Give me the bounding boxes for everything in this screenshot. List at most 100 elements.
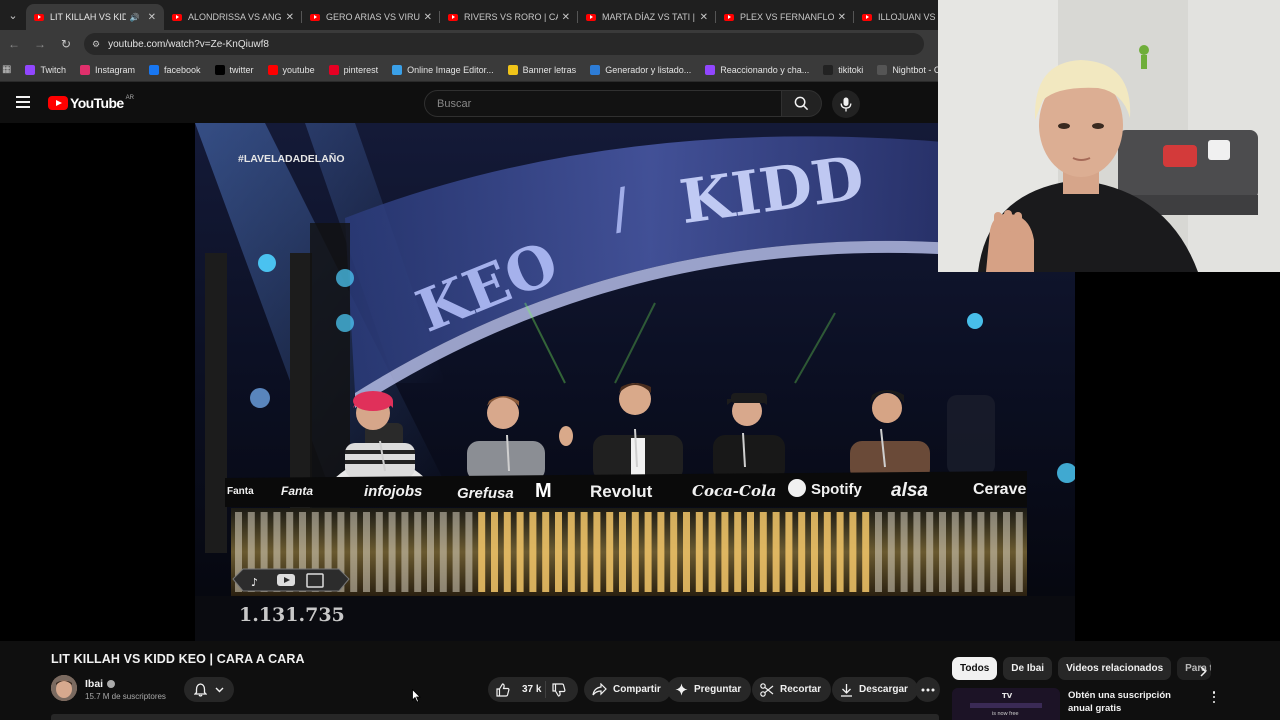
led-bar: [363, 512, 370, 592]
description-box-edge[interactable]: [51, 714, 939, 720]
reload-icon[interactable]: ↻: [54, 32, 78, 56]
bookmark-label: facebook: [164, 64, 201, 75]
notifications-button[interactable]: [184, 677, 234, 702]
bookmark-label: Instagram: [94, 64, 135, 75]
chevron-right-icon[interactable]: [1194, 662, 1212, 680]
bookmark-item[interactable]: pinterest: [328, 64, 379, 75]
led-bar: [503, 512, 511, 592]
instagram-icon: [79, 64, 90, 75]
bookmark-item[interactable]: Banner letras: [507, 64, 576, 75]
more-vertical-icon[interactable]: [1208, 690, 1220, 704]
apps-grid-icon[interactable]: ▦: [2, 64, 11, 75]
led-bar: [619, 512, 626, 592]
related-filter-chips: Todos De Ibai Videos relacionados Para t…: [952, 657, 1212, 680]
bookmark-item[interactable]: Nightbot - Comma...: [877, 64, 938, 75]
promo-title[interactable]: Obtén una suscripción anual gratis: [1068, 689, 1198, 715]
search-icon: [794, 96, 809, 111]
twitch-icon: [25, 64, 36, 75]
led-bar: [606, 512, 614, 592]
led-bar: [823, 512, 831, 592]
menu-icon[interactable]: [16, 96, 30, 108]
sponsor-logo: Revolut: [590, 482, 653, 501]
thumbs-up-icon: [496, 682, 510, 697]
promo-thumb-text: is now free: [992, 711, 1019, 717]
more-actions-button[interactable]: [915, 677, 940, 702]
channel-avatar[interactable]: [51, 675, 77, 701]
bookmark-label: Online Image Editor...: [407, 64, 494, 75]
voice-search-button[interactable]: [832, 90, 860, 118]
search-box[interactable]: [424, 90, 782, 117]
sponsor-logo: M: [535, 480, 552, 502]
led-bar: [567, 512, 575, 592]
search-button[interactable]: [782, 90, 822, 117]
led-bar: [350, 512, 358, 592]
clip-label: Recortar: [780, 684, 822, 695]
youtube-play-icon: [48, 96, 68, 110]
thumbs-down-icon: [552, 682, 566, 697]
close-tab-icon[interactable]: ✕: [148, 12, 156, 23]
dislike-button[interactable]: [546, 682, 578, 697]
close-tab-icon[interactable]: ✕: [700, 12, 708, 23]
led-bar: [580, 512, 588, 592]
chip-related[interactable]: Videos relacionados: [1058, 657, 1172, 680]
bookmark-label: pinterest: [343, 64, 379, 75]
bookmark-item[interactable]: Online Image Editor...: [392, 64, 494, 75]
url-field[interactable]: ⚙ youtube.com/watch?v=Ze-KnQiuwf8: [84, 33, 924, 55]
bookmark-item[interactable]: twitter: [214, 64, 254, 75]
url-text: youtube.com/watch?v=Ze-KnQiuwf8: [108, 38, 269, 50]
sponsor-logo: Coca-Cola: [692, 482, 776, 500]
search-input[interactable]: [437, 97, 781, 110]
close-tab-icon[interactable]: ✕: [838, 12, 846, 23]
close-tab-icon[interactable]: ✕: [286, 12, 294, 23]
bookmark-item[interactable]: Twitch: [25, 64, 66, 75]
browser-tab[interactable]: MARTA DÍAZ VS TATI | CARA A CARA ✕: [578, 4, 716, 30]
svg-text:TV: TV: [1002, 692, 1013, 700]
browser-tab[interactable]: GERO ARIAS VS VIRUZZ | CARA A CARA ✕: [302, 4, 440, 30]
youtube-favicon-icon: [862, 13, 872, 21]
download-button[interactable]: Descargar: [832, 677, 918, 702]
tab-search-icon[interactable]: ⌄: [0, 2, 26, 28]
led-bar: [708, 512, 716, 592]
led-bar: [683, 512, 690, 592]
close-tab-icon[interactable]: ✕: [424, 12, 432, 23]
led-bar: [593, 512, 601, 592]
ask-button[interactable]: Preguntar: [667, 677, 752, 702]
bookmark-item[interactable]: Instagram: [79, 64, 135, 75]
led-bar: [926, 512, 934, 592]
browser-tab-active[interactable]: LIT KILLAH VS KIDD KEO | CARA A CARA 🔊 ✕: [26, 4, 164, 30]
tab-label: LIT KILLAH VS KIDD KEO | CARA A CARA: [50, 12, 126, 22]
chip-all[interactable]: Todos: [952, 657, 998, 680]
chip-from-channel[interactable]: De Ibai: [1003, 657, 1053, 680]
channel-name[interactable]: Ibai: [85, 678, 116, 690]
speaker-icon[interactable]: 🔊: [130, 13, 140, 22]
bookmark-item[interactable]: Reaccionando y cha...: [705, 64, 809, 75]
browser-tab[interactable]: PLEX VS FERNANFLOO | CARA A CARA ✕: [716, 4, 854, 30]
address-bar-row: ← → ↻ ⚙ youtube.com/watch?v=Ze-KnQiuwf8: [0, 30, 938, 58]
youtube-logo[interactable]: YouTube AR: [48, 95, 134, 111]
share-button[interactable]: Compartir: [584, 677, 671, 702]
led-bar: [439, 512, 447, 592]
close-tab-icon[interactable]: ✕: [562, 12, 570, 23]
bookmark-item[interactable]: youtube: [267, 64, 315, 75]
site-info-icon[interactable]: ⚙: [92, 39, 100, 50]
youtube-favicon-icon: [172, 13, 182, 21]
browser-tab[interactable]: ILLOJUAN VS THE GRE: [854, 4, 938, 30]
clip-button[interactable]: Recortar: [752, 677, 832, 702]
bookmark-item[interactable]: tikitoki: [823, 64, 863, 75]
led-bar: [375, 512, 383, 592]
promo-thumbnail[interactable]: TV is now free: [952, 688, 1060, 720]
browser-tab[interactable]: RIVERS VS RORO | CARA A CARA ✕: [440, 4, 578, 30]
share-icon: [592, 683, 607, 696]
led-bar: [427, 512, 434, 592]
like-button[interactable]: 37 k: [488, 681, 546, 698]
browser-tab[interactable]: ALONDRISSA VS ANGIE VELASCO | CARA A CAR…: [164, 4, 302, 30]
back-arrow-icon[interactable]: ←: [2, 32, 26, 56]
led-bar: [670, 512, 678, 592]
bookmark-label: twitter: [229, 64, 254, 75]
forward-arrow-icon[interactable]: →: [28, 32, 52, 56]
bookmark-item[interactable]: Generador y listado...: [590, 64, 691, 75]
led-bar: [452, 512, 460, 592]
sponsor-logo: Fanta: [281, 484, 313, 498]
share-label: Compartir: [613, 684, 661, 695]
bookmark-item[interactable]: facebook: [149, 64, 201, 75]
